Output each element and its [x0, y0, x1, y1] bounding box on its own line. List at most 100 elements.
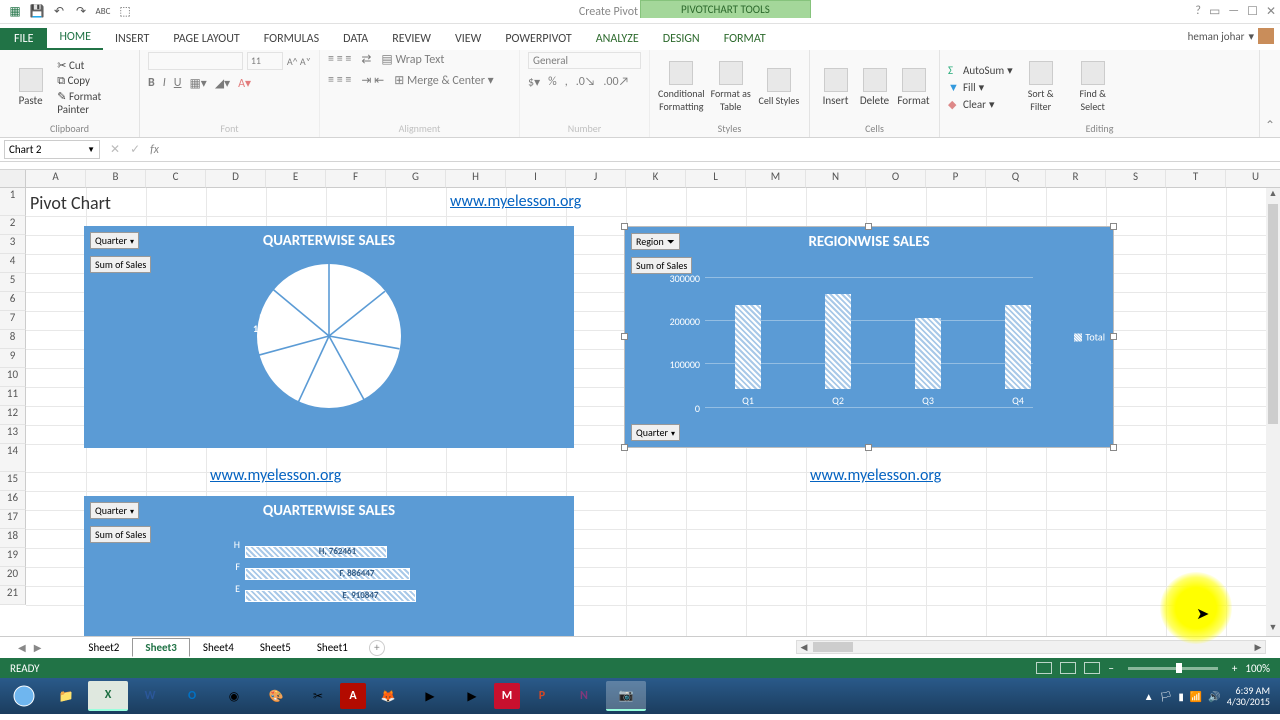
field-sum-sales[interactable]: Sum of Sales — [90, 256, 151, 273]
fill-color-button[interactable]: ◢▾ — [215, 76, 230, 91]
spellcheck-icon[interactable]: ABC — [94, 3, 112, 21]
battery-icon[interactable]: ▮ — [1178, 690, 1184, 703]
link-right[interactable]: www.myelesson.org — [810, 466, 941, 485]
zoom-slider[interactable] — [1128, 667, 1218, 670]
tab-insert[interactable]: INSERT — [103, 28, 161, 50]
insert-cells-button[interactable]: Insert — [818, 68, 853, 107]
sheet-nav-prev[interactable]: ◀ — [18, 641, 26, 654]
sheet-tab[interactable]: Sheet2 — [75, 638, 132, 657]
format-as-table-button[interactable]: Format as Table — [709, 61, 753, 113]
tab-powerpivot[interactable]: POWERPIVOT — [493, 28, 583, 50]
tab-page-layout[interactable]: PAGE LAYOUT — [161, 28, 251, 50]
zoom-in-button[interactable]: + — [1232, 662, 1237, 675]
page-break-view-icon[interactable] — [1084, 662, 1100, 674]
excel-taskbar-icon[interactable]: X — [88, 681, 128, 711]
pivotchart-bar[interactable]: Region⏷ Sum of Sales Quarter REGIONWISE … — [624, 226, 1114, 448]
column-headers[interactable]: ABCDEFGHIJKLMNOPQRSTU — [26, 170, 1280, 188]
sort-filter-button[interactable]: Sort & Filter — [1017, 61, 1065, 113]
mcafee-taskbar-icon[interactable]: M — [494, 683, 520, 709]
collapse-ribbon-icon[interactable]: ⌃ — [1260, 50, 1280, 137]
fill-button[interactable]: ▼Fill ▾ — [948, 81, 1013, 94]
tray-up-icon[interactable]: ▲ — [1144, 690, 1154, 703]
filter-quarter[interactable]: Quarter — [90, 232, 139, 249]
cell-styles-button[interactable]: Cell Styles — [757, 68, 801, 107]
pivotchart-pie[interactable]: Quarter Sum of Sales QUARTERWISE SALES A… — [84, 226, 574, 448]
new-sheet-button[interactable]: + — [369, 640, 385, 656]
page-layout-view-icon[interactable] — [1060, 662, 1076, 674]
media-taskbar-icon[interactable]: ▶ — [452, 681, 492, 711]
copy-button[interactable]: ⧉ Copy — [57, 74, 131, 88]
delete-cells-button[interactable]: Delete — [857, 68, 892, 107]
outlook-taskbar-icon[interactable]: O — [172, 681, 212, 711]
filter-region[interactable]: Region⏷ — [631, 233, 680, 250]
camera-taskbar-icon[interactable]: 📷 — [606, 681, 646, 711]
pivotchart-hbar[interactable]: Quarter Sum of Sales QUARTERWISE SALES H… — [84, 496, 574, 636]
field-sum-sales-3[interactable]: Sum of Sales — [90, 526, 151, 543]
number-format-select[interactable]: General — [528, 52, 641, 69]
link-left[interactable]: www.myelesson.org — [210, 466, 341, 485]
maximize-icon[interactable]: ☐ — [1247, 4, 1258, 19]
clear-button[interactable]: ◆Clear ▾ — [948, 98, 1013, 111]
border-button[interactable]: ▦▾ — [189, 76, 206, 91]
horizontal-scrollbar[interactable]: ◀▶ — [796, 640, 1266, 654]
enter-formula-icon[interactable]: ✓ — [130, 142, 140, 157]
start-button[interactable] — [4, 681, 44, 711]
conditional-formatting-button[interactable]: Conditional Formatting — [658, 61, 705, 113]
fx-icon[interactable]: fx — [150, 143, 159, 157]
file-tab[interactable]: FILE — [0, 28, 47, 50]
save-icon[interactable]: 💾 — [28, 3, 46, 21]
name-box[interactable]: Chart 2▼ — [4, 140, 100, 159]
underline-button[interactable]: U — [174, 76, 182, 91]
close-icon[interactable]: ✕ — [1266, 4, 1276, 19]
italic-button[interactable]: I — [163, 76, 166, 91]
undo-icon[interactable]: ↶ — [50, 3, 68, 21]
ribbon-options-icon[interactable]: ▭ — [1209, 4, 1220, 19]
tab-data[interactable]: DATA — [331, 28, 380, 50]
sheet-tab[interactable]: Sheet5 — [247, 638, 304, 657]
format-painter-button[interactable]: ✎ Format Painter — [57, 90, 131, 116]
word-taskbar-icon[interactable]: W — [130, 681, 170, 711]
font-size[interactable]: 11 — [247, 52, 283, 70]
filter-quarter-3[interactable]: Quarter — [90, 502, 139, 519]
paste-button[interactable]: Paste — [8, 68, 53, 107]
help-icon[interactable]: ? — [1195, 4, 1201, 19]
sheet-tab[interactable]: Sheet3 — [132, 638, 190, 657]
filter-quarter-2[interactable]: Quarter — [631, 424, 680, 441]
chrome-taskbar-icon[interactable]: ◉ — [214, 681, 254, 711]
merge-center-button[interactable]: ⊞ Merge & Center ▾ — [394, 73, 494, 88]
adobe-taskbar-icon[interactable]: A — [340, 683, 366, 709]
touch-mode-icon[interactable]: ⬚ — [116, 3, 134, 21]
sheet-nav-next[interactable]: ▶ — [34, 641, 42, 654]
link-top[interactable]: www.myelesson.org — [450, 192, 581, 211]
action-center-icon[interactable]: 🏳 — [1160, 690, 1173, 703]
tab-formulas[interactable]: FORMULAS — [252, 28, 331, 50]
tab-design[interactable]: DESIGN — [651, 28, 712, 50]
system-tray[interactable]: ▲ 🏳 ▮ 📶 🔊 6:39 AM4/30/2015 — [1144, 685, 1276, 707]
paint-taskbar-icon[interactable]: 🎨 — [256, 681, 296, 711]
wifi-icon[interactable]: 📶 — [1190, 690, 1202, 703]
file-explorer-icon[interactable]: 📁 — [46, 681, 86, 711]
zoom-out-button[interactable]: − — [1108, 662, 1113, 675]
autosum-button[interactable]: ΣAutoSum ▾ — [948, 64, 1013, 77]
sheet-tab[interactable]: Sheet4 — [190, 638, 247, 657]
cancel-formula-icon[interactable]: ✕ — [110, 142, 120, 157]
wrap-text-button[interactable]: ▤ Wrap Text — [381, 52, 444, 67]
firefox-taskbar-icon[interactable]: 🦊 — [368, 681, 408, 711]
clock[interactable]: 6:39 AM4/30/2015 — [1227, 685, 1276, 707]
find-select-button[interactable]: Find & Select — [1069, 61, 1117, 113]
worksheet-grid[interactable]: ABCDEFGHIJKLMNOPQRSTU 123456789101112131… — [0, 170, 1280, 636]
tab-view[interactable]: VIEW — [443, 28, 493, 50]
cut-button[interactable]: ✂ Cut — [57, 59, 131, 72]
user-account[interactable]: heman johar▾ — [1188, 28, 1274, 44]
normal-view-icon[interactable] — [1036, 662, 1052, 674]
volume-icon[interactable]: 🔊 — [1208, 690, 1220, 703]
sheet-tab[interactable]: Sheet1 — [304, 638, 361, 657]
snipping-taskbar-icon[interactable]: ✂ — [298, 681, 338, 711]
powerpoint-taskbar-icon[interactable]: P — [522, 681, 562, 711]
zoom-level[interactable]: 100% — [1245, 662, 1270, 675]
tab-analyze[interactable]: ANALYZE — [584, 28, 651, 50]
tab-format[interactable]: FORMAT — [712, 28, 778, 50]
vlc-taskbar-icon[interactable]: ▶ — [410, 681, 450, 711]
row-headers[interactable]: 123456789101112131415161718192021 — [0, 188, 26, 605]
tab-review[interactable]: REVIEW — [380, 28, 443, 50]
